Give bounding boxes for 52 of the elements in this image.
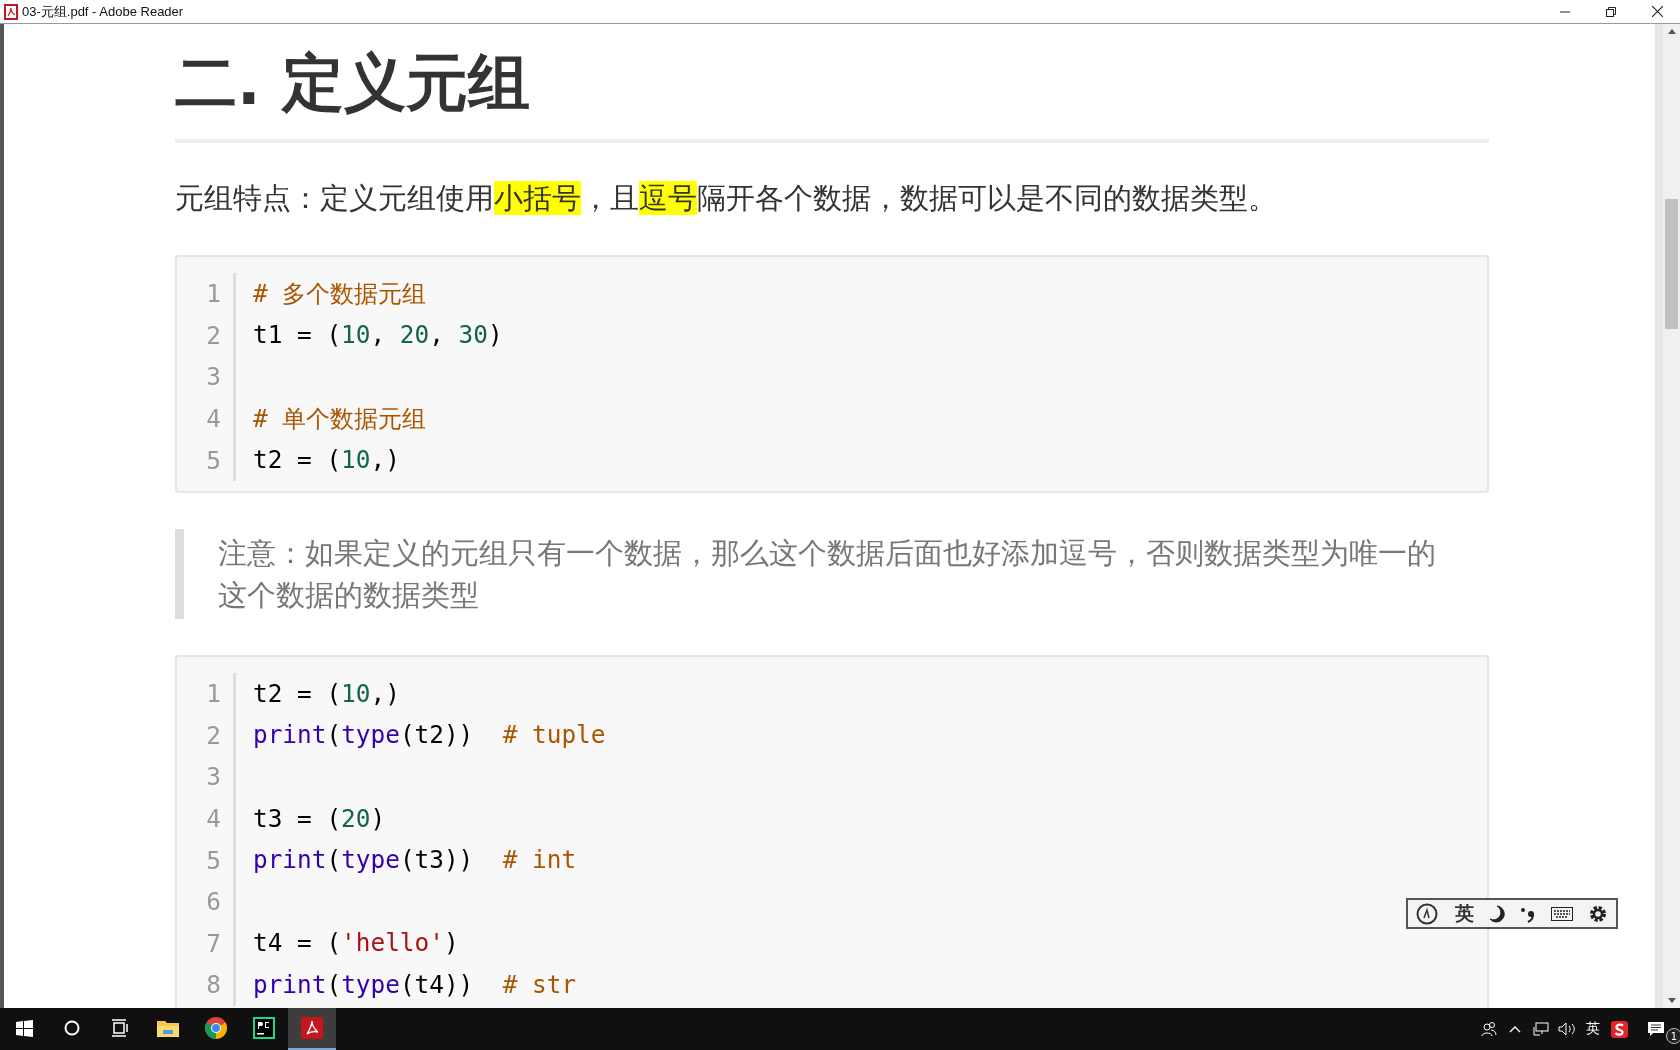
settings-icon	[1588, 903, 1609, 924]
scrollbar[interactable]	[1663, 24, 1680, 1008]
close-icon	[1651, 6, 1663, 17]
folder-icon	[157, 1019, 179, 1037]
ide-icon	[253, 1017, 275, 1039]
intro-paragraph: 元组特点：定义元组使用小括号，且逗号隔开各个数据，数据可以是不同的数据类型。	[175, 180, 1278, 217]
window-title: 03-元组.pdf - Adobe Reader	[22, 2, 185, 21]
line-number: 4	[177, 797, 236, 840]
line-number: 7	[177, 922, 236, 965]
pdf-icon	[301, 1017, 323, 1039]
code-line: t2 = (10,)	[253, 679, 400, 708]
browser-icon	[205, 1017, 227, 1039]
line-number: 3	[177, 756, 236, 798]
language-toggle[interactable]: 英	[1454, 900, 1474, 927]
moon-icon	[1488, 904, 1505, 923]
search-icon	[64, 1020, 80, 1036]
message-icon	[1647, 1021, 1665, 1037]
line-number: 5	[177, 839, 236, 881]
people-icon	[1481, 1021, 1497, 1037]
code-line: # 单个数据元组	[253, 404, 427, 433]
code-line: print(type(t3)) # int	[253, 846, 577, 875]
scroll-thumb[interactable]	[1665, 199, 1678, 329]
pdf-icon	[4, 3, 18, 20]
line-number: 1	[177, 273, 236, 315]
code-line: print(type(t4)) # str	[253, 970, 577, 999]
task-view-icon	[111, 1019, 129, 1037]
line-number: 4	[177, 397, 236, 440]
notification-button[interactable]: 1	[1632, 1008, 1680, 1050]
scroll-down-icon[interactable]	[1667, 998, 1676, 1003]
line-number: 3	[177, 356, 236, 398]
note-text: 注意：如果定义的元组只有一个数据，那么这个数据后面也好添加逗号，否则数据类型为唯一的这个数据的数据类型	[218, 534, 1437, 614]
code-line: t2 = (10,)	[253, 446, 400, 475]
code-line: # 多个数据元组	[253, 279, 427, 308]
windows-icon	[15, 1019, 33, 1037]
code-line: t4 = ('hello')	[253, 929, 459, 958]
line-number: 1	[177, 672, 236, 715]
code-line: t1 = (10, 20, 30)	[253, 321, 503, 350]
taskbar-app[interactable]	[288, 1008, 336, 1050]
line-number: 2	[177, 314, 236, 357]
code-line: print(type(t2)) # tuple	[253, 721, 606, 750]
code-line: t3 = (20)	[253, 804, 386, 833]
line-number: 5	[177, 439, 236, 481]
line-number: 8	[177, 964, 236, 1006]
restore-icon	[1606, 6, 1616, 17]
caret-up-icon	[1509, 1025, 1521, 1033]
input-language[interactable]: 英	[1580, 1008, 1606, 1050]
heading: 二. 定义元组	[175, 45, 1489, 143]
line-number: 2	[177, 714, 236, 757]
keyboard-icon	[1551, 906, 1574, 921]
line-number: 6	[177, 880, 236, 923]
scroll-up-icon[interactable]	[1667, 29, 1676, 34]
notification-badge: 1	[1666, 1028, 1680, 1044]
